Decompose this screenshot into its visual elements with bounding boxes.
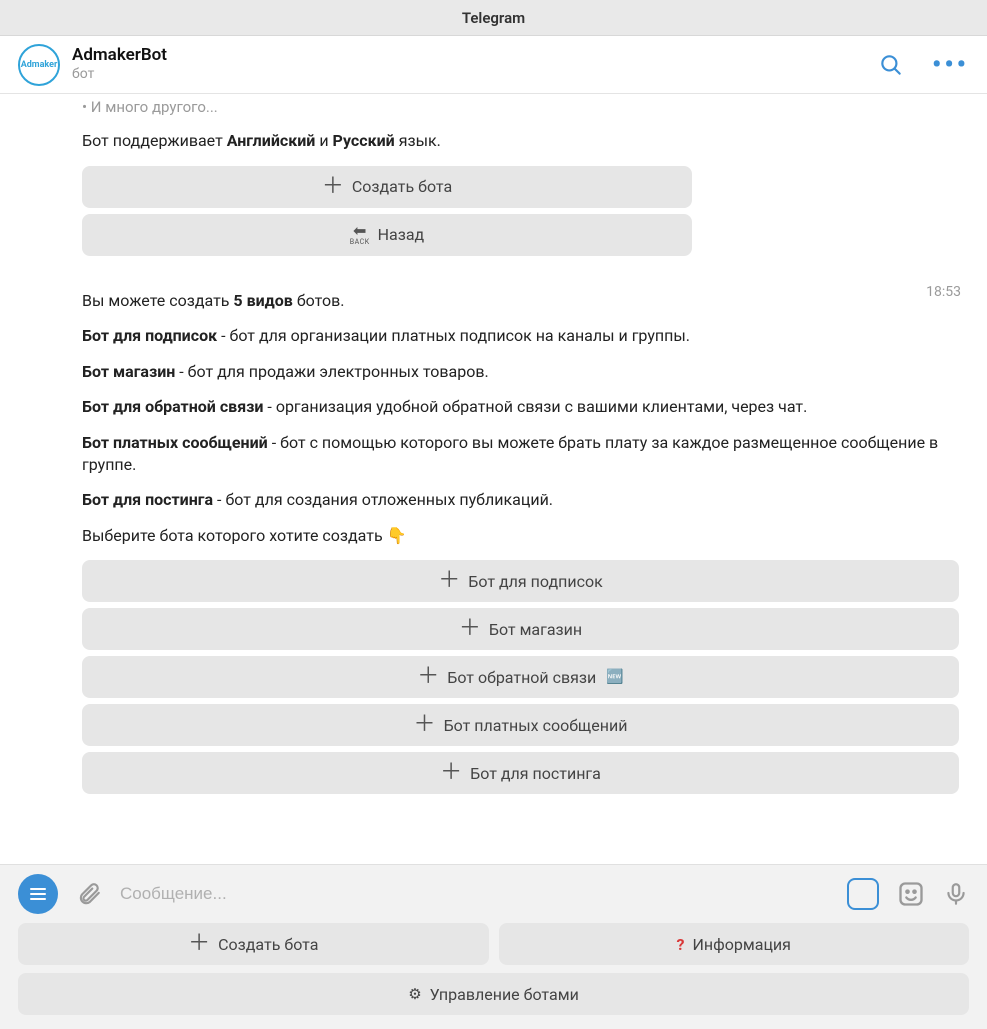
rk-create-bot-button[interactable]: ＋ Создать бота: [18, 923, 489, 965]
app-title: Telegram: [462, 9, 525, 27]
avatar[interactable]: Admaker: [18, 44, 60, 86]
plus-icon: ＋: [440, 762, 462, 784]
back-button[interactable]: ⬅BACK Назад: [82, 214, 692, 256]
chat-subtitle: бот: [72, 67, 878, 82]
bot-type-4: Бот платных сообщений - бот с помощью ко…: [82, 432, 969, 475]
search-icon[interactable]: [878, 52, 904, 78]
plus-icon: ＋: [417, 666, 439, 688]
reply-keyboard: ＋ Создать бота ? Информация ⚙ Управление…: [0, 923, 987, 1029]
plus-icon: ＋: [188, 933, 210, 955]
inline-keyboard-1: ＋ Создать бота ⬅BACK Назад: [82, 166, 692, 256]
chat-name: AdmakerBot: [72, 46, 878, 65]
language-support-text: Бот поддерживает Английский и Русский яз…: [82, 130, 969, 152]
inline-keyboard-2: ＋ Бот для подписок ＋ Бот магазин ＋ Бот о…: [82, 560, 969, 794]
window-titlebar: Telegram: [0, 0, 987, 36]
attach-icon[interactable]: [76, 881, 102, 907]
chat-title-block[interactable]: AdmakerBot бот: [72, 46, 878, 82]
microphone-icon[interactable]: [943, 881, 969, 907]
rk-manage-bots-button[interactable]: ⚙ Управление ботами: [18, 973, 969, 1015]
messages-area: • И много другого... Бот поддерживает Ан…: [0, 94, 987, 864]
plus-icon: ＋: [414, 714, 436, 736]
bot-feedback-button[interactable]: ＋ Бот обратной связи 🆕: [82, 656, 959, 698]
back-icon: ⬅BACK: [350, 224, 370, 245]
plus-icon: ＋: [322, 176, 344, 198]
bot-shop-button[interactable]: ＋ Бот магазин: [82, 608, 959, 650]
plus-icon: ＋: [459, 618, 481, 640]
bottom-panel: ＋ Создать бота ? Информация ⚙ Управление…: [0, 864, 987, 1024]
rk-info-button[interactable]: ? Информация: [499, 923, 970, 965]
intro-text: Вы можете создать 5 видов ботов.: [82, 290, 969, 312]
gear-icon: ⚙: [408, 985, 421, 1003]
prev-message-tail: • И много другого...: [82, 98, 969, 116]
input-row: [0, 865, 987, 923]
chat-header: Admaker AdmakerBot бот •••: [0, 36, 987, 94]
hamburger-icon: [30, 893, 46, 895]
plus-icon: ＋: [438, 570, 460, 592]
create-bot-button[interactable]: ＋ Создать бота: [82, 166, 692, 208]
bot-subscription-button[interactable]: ＋ Бот для подписок: [82, 560, 959, 602]
bot-type-1: Бот для подписок - бот для организации п…: [82, 325, 969, 347]
bot-posting-button[interactable]: ＋ Бот для постинга: [82, 752, 959, 794]
menu-button[interactable]: [18, 874, 58, 914]
commands-icon[interactable]: [847, 878, 879, 910]
bot-type-5: Бот для постинга - бот для создания отло…: [82, 489, 969, 511]
message-input[interactable]: [120, 884, 829, 904]
bot-paid-messages-button[interactable]: ＋ Бот платных сообщений: [82, 704, 959, 746]
question-icon: ?: [677, 935, 685, 954]
new-badge-icon: 🆕: [606, 669, 623, 685]
bot-type-3: Бот для обратной связи - организация удо…: [82, 396, 969, 418]
bot-type-2: Бот магазин - бот для продажи электронны…: [82, 361, 969, 383]
choose-prompt: Выберите бота которого хотите создать 👇: [82, 525, 969, 547]
sticker-icon[interactable]: [897, 880, 925, 908]
more-icon[interactable]: •••: [932, 52, 969, 78]
message-timestamp: 18:53: [926, 284, 961, 300]
